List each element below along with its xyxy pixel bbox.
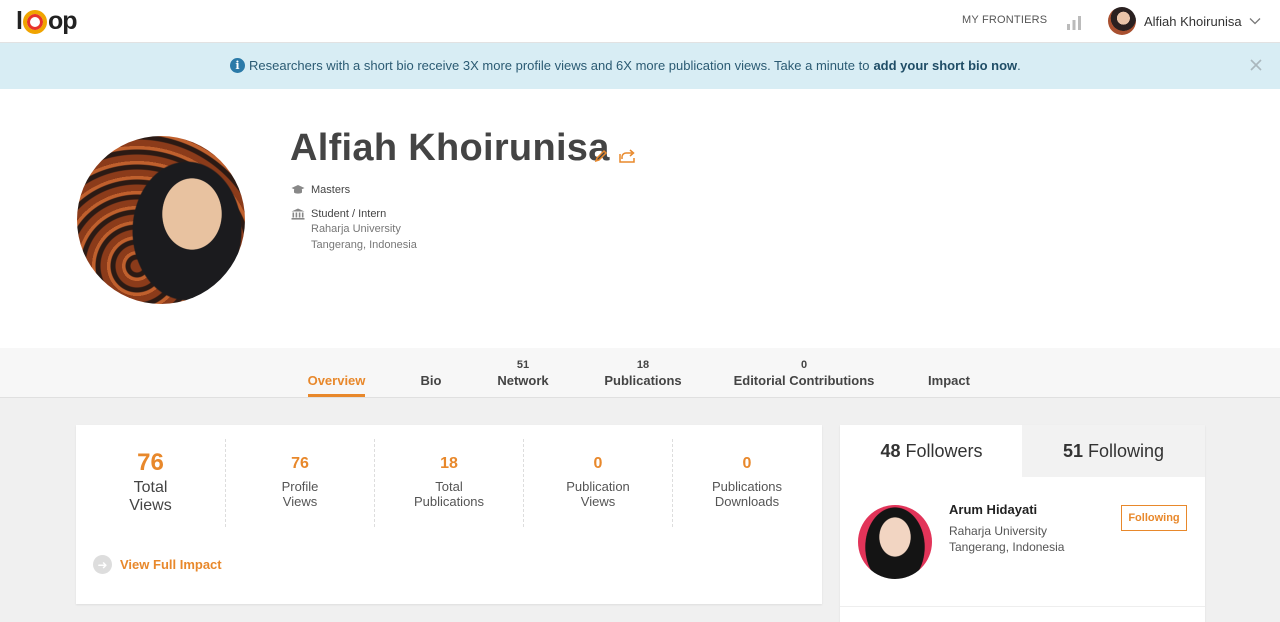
tab-overview[interactable]: Overview [300, 357, 373, 389]
profile-header: Alfiah Khoirunisa Masters Student / Inte… [0, 89, 1280, 348]
degree-text: Masters [311, 184, 351, 196]
tab-publications[interactable]: 18 Publications [598, 357, 688, 389]
stat-profile-views: 76 Profile Views [225, 439, 374, 527]
tab-network[interactable]: 51 Network [488, 357, 558, 389]
tab-label: Overview [307, 373, 366, 388]
stat-publication-downloads: 0 Publications Downloads [672, 439, 821, 527]
banner-suffix: . [1017, 58, 1021, 73]
info-icon: i [230, 58, 245, 73]
user-menu[interactable]: Alfiah Khoirunisa [1108, 6, 1261, 36]
stat-value: 76 [291, 455, 309, 472]
avatar [1108, 7, 1136, 35]
tab-count [300, 357, 373, 373]
stat-label: Publications Downloads [711, 479, 783, 509]
followers-count: 48 [880, 440, 901, 461]
chevron-down-icon [1249, 18, 1261, 25]
bio-banner: i Researchers with a short bio receive 3… [0, 43, 1280, 89]
institution-icon [291, 208, 305, 220]
arrow-right-icon: ➜ [93, 555, 112, 574]
active-tab-underline [308, 394, 365, 397]
tab-following[interactable]: 51 Following [1022, 425, 1205, 477]
stat-label: Total Views [129, 479, 172, 514]
tab-followers[interactable]: 48 Followers [840, 425, 1023, 477]
tab-count: 0 [800, 359, 808, 371]
follower-name[interactable]: Arum Hidayati [949, 502, 1037, 517]
stat-value: 76 [137, 449, 164, 476]
stat-total-publications: 18 Total Publications [374, 439, 523, 527]
stat-label: Profile Views [281, 479, 319, 509]
view-full-impact-link[interactable]: ➜ View Full Impact [93, 555, 222, 574]
tab-editorial-contributions[interactable]: 0 Editorial Contributions [728, 357, 880, 389]
follower-details: Raharja University Tangerang, Indonesia [949, 523, 1064, 555]
logo-letter: l [16, 6, 23, 35]
tab-count: 18 [636, 359, 650, 371]
tab-count [920, 357, 978, 373]
tab-label: Network [497, 373, 549, 388]
loop-logo[interactable]: l op [16, 5, 77, 37]
graduation-cap-icon [291, 185, 305, 194]
following-label: Following [1087, 440, 1165, 461]
institution-text: Raharja University [311, 223, 401, 235]
tab-label: Publications [604, 373, 682, 388]
stat-label: Publication Views [566, 479, 630, 509]
followers-label: Followers [905, 440, 983, 461]
degree-row: Masters [291, 184, 350, 196]
follower-institution: Raharja University [949, 524, 1048, 538]
profile-avatar [77, 136, 245, 304]
close-icon[interactable] [1249, 58, 1263, 72]
stat-value: 0 [593, 455, 603, 472]
followers-card: 48 Followers 51 Following Arum Hidayati … [840, 425, 1205, 622]
view-impact-label: View Full Impact [120, 557, 222, 572]
following-count: 51 [1062, 440, 1083, 461]
position-row: Student / Intern Raharja University Tang… [291, 208, 417, 253]
logo-letters: op [47, 6, 78, 35]
tab-label: Editorial Contributions [733, 373, 875, 388]
position-text: Student / Intern [311, 208, 387, 220]
user-name: Alfiah Khoirunisa [1144, 13, 1242, 29]
profile-tabs: Overview Bio 51 Network 18 Publications … [0, 348, 1280, 398]
my-frontiers-link[interactable]: MY FRONTIERS [962, 14, 1047, 26]
top-bar: l op MY FRONTIERS Alfiah Khoirunisa [0, 0, 1280, 43]
add-bio-link[interactable]: add your short bio now [873, 58, 1017, 73]
tab-count [411, 357, 451, 373]
tab-label: Bio [420, 373, 442, 388]
stat-value: 0 [742, 455, 752, 472]
tab-impact[interactable]: Impact [920, 357, 978, 389]
bar-chart-icon[interactable] [1066, 14, 1082, 30]
stat-publication-views: 0 Publication Views [523, 439, 672, 527]
follower-avatar[interactable] [858, 505, 932, 579]
banner-text: Researchers with a short bio receive 3X … [249, 58, 870, 73]
tab-label: Impact [928, 373, 970, 388]
pencil-icon[interactable] [594, 149, 608, 163]
divider [840, 606, 1205, 607]
stat-total-views: 76 Total Views [76, 439, 225, 527]
logo-ring-icon [22, 10, 47, 34]
location-text: Tangerang, Indonesia [311, 239, 417, 251]
profile-name: Alfiah Khoirunisa [290, 127, 610, 169]
tab-count: 51 [516, 359, 530, 371]
impact-stats-card: 76 Total Views 76 Profile Views 18 Total Pu… [76, 425, 822, 604]
follower-location: Tangerang, Indonesia [949, 540, 1065, 554]
share-icon[interactable] [619, 148, 637, 163]
stat-value: 18 [440, 455, 458, 472]
following-button[interactable]: Following [1121, 505, 1187, 531]
stat-label: Total Publications [413, 479, 485, 509]
tab-bio[interactable]: Bio [411, 357, 451, 389]
